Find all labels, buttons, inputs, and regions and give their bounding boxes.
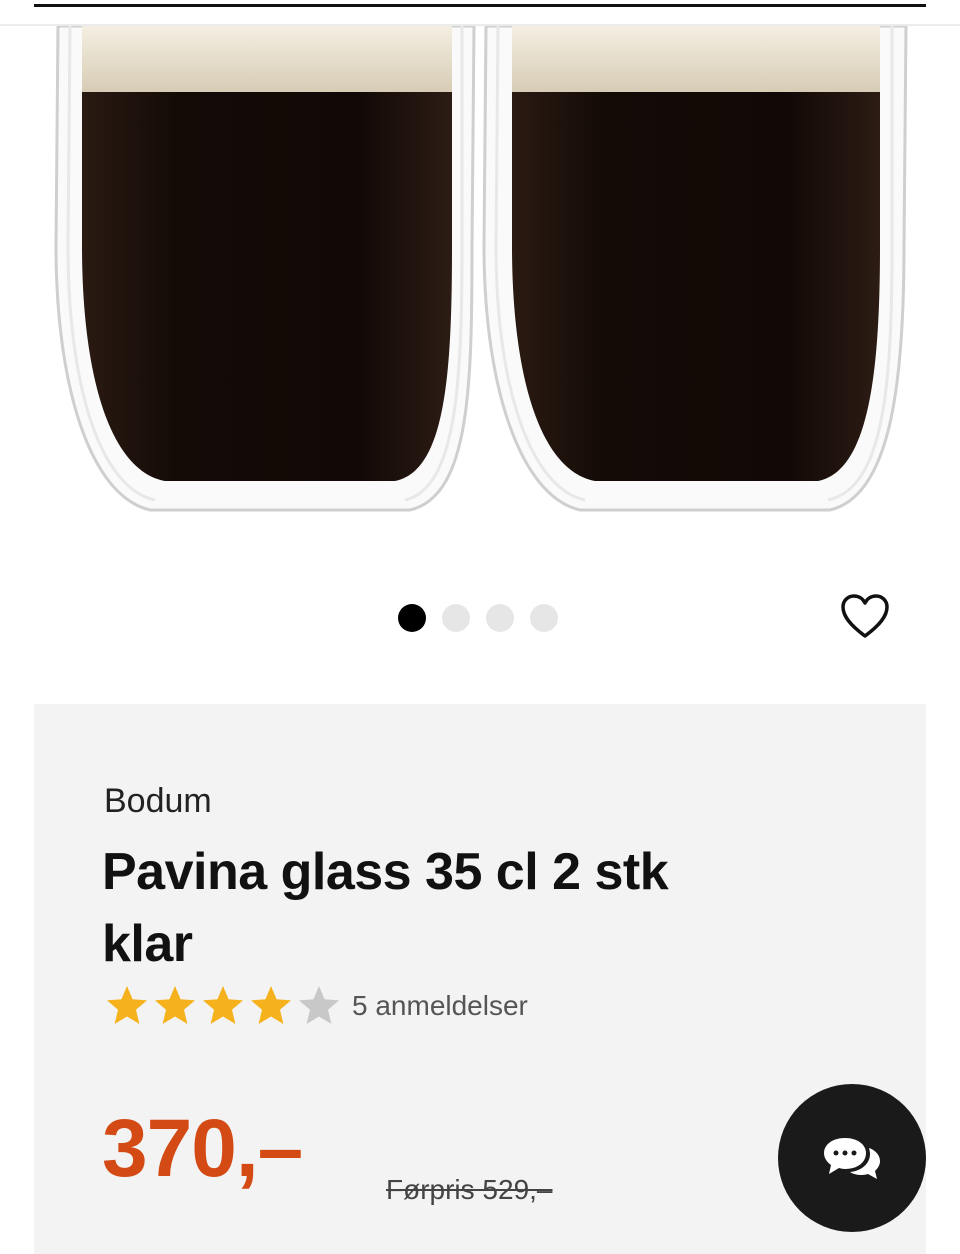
wishlist-button[interactable] [838,592,892,642]
rating-stars [104,984,342,1028]
glass-left [54,26,476,512]
brand-name[interactable]: Bodum [104,782,212,821]
current-price: 370,– [102,1103,303,1194]
rating[interactable]: 5 anmeldelser [104,984,528,1028]
chat-bubbles-icon [824,1138,880,1179]
heart-outline-icon [841,594,889,638]
glass-right [482,26,908,512]
product-title: Pavina glass 35 cl 2 stk klar [102,843,669,973]
gallery-dot[interactable] [486,604,514,632]
top-divider [34,4,926,7]
gallery-dot[interactable] [530,604,558,632]
star-filled-icon [203,986,243,1024]
gallery-dot[interactable] [442,604,470,632]
chat-button[interactable] [778,1084,926,1232]
star-filled-icon [251,986,291,1024]
gallery-dot[interactable] [398,604,426,632]
star-filled-icon [107,986,147,1024]
star-empty-icon [299,986,339,1024]
review-count-link[interactable]: 5 anmeldelser [352,990,528,1022]
product-image-gallery[interactable] [0,26,960,586]
star-filled-icon [155,986,195,1024]
previous-price: Førpris 529,– [386,1174,553,1205]
product-image [54,26,908,512]
gallery-pagination [398,604,558,632]
